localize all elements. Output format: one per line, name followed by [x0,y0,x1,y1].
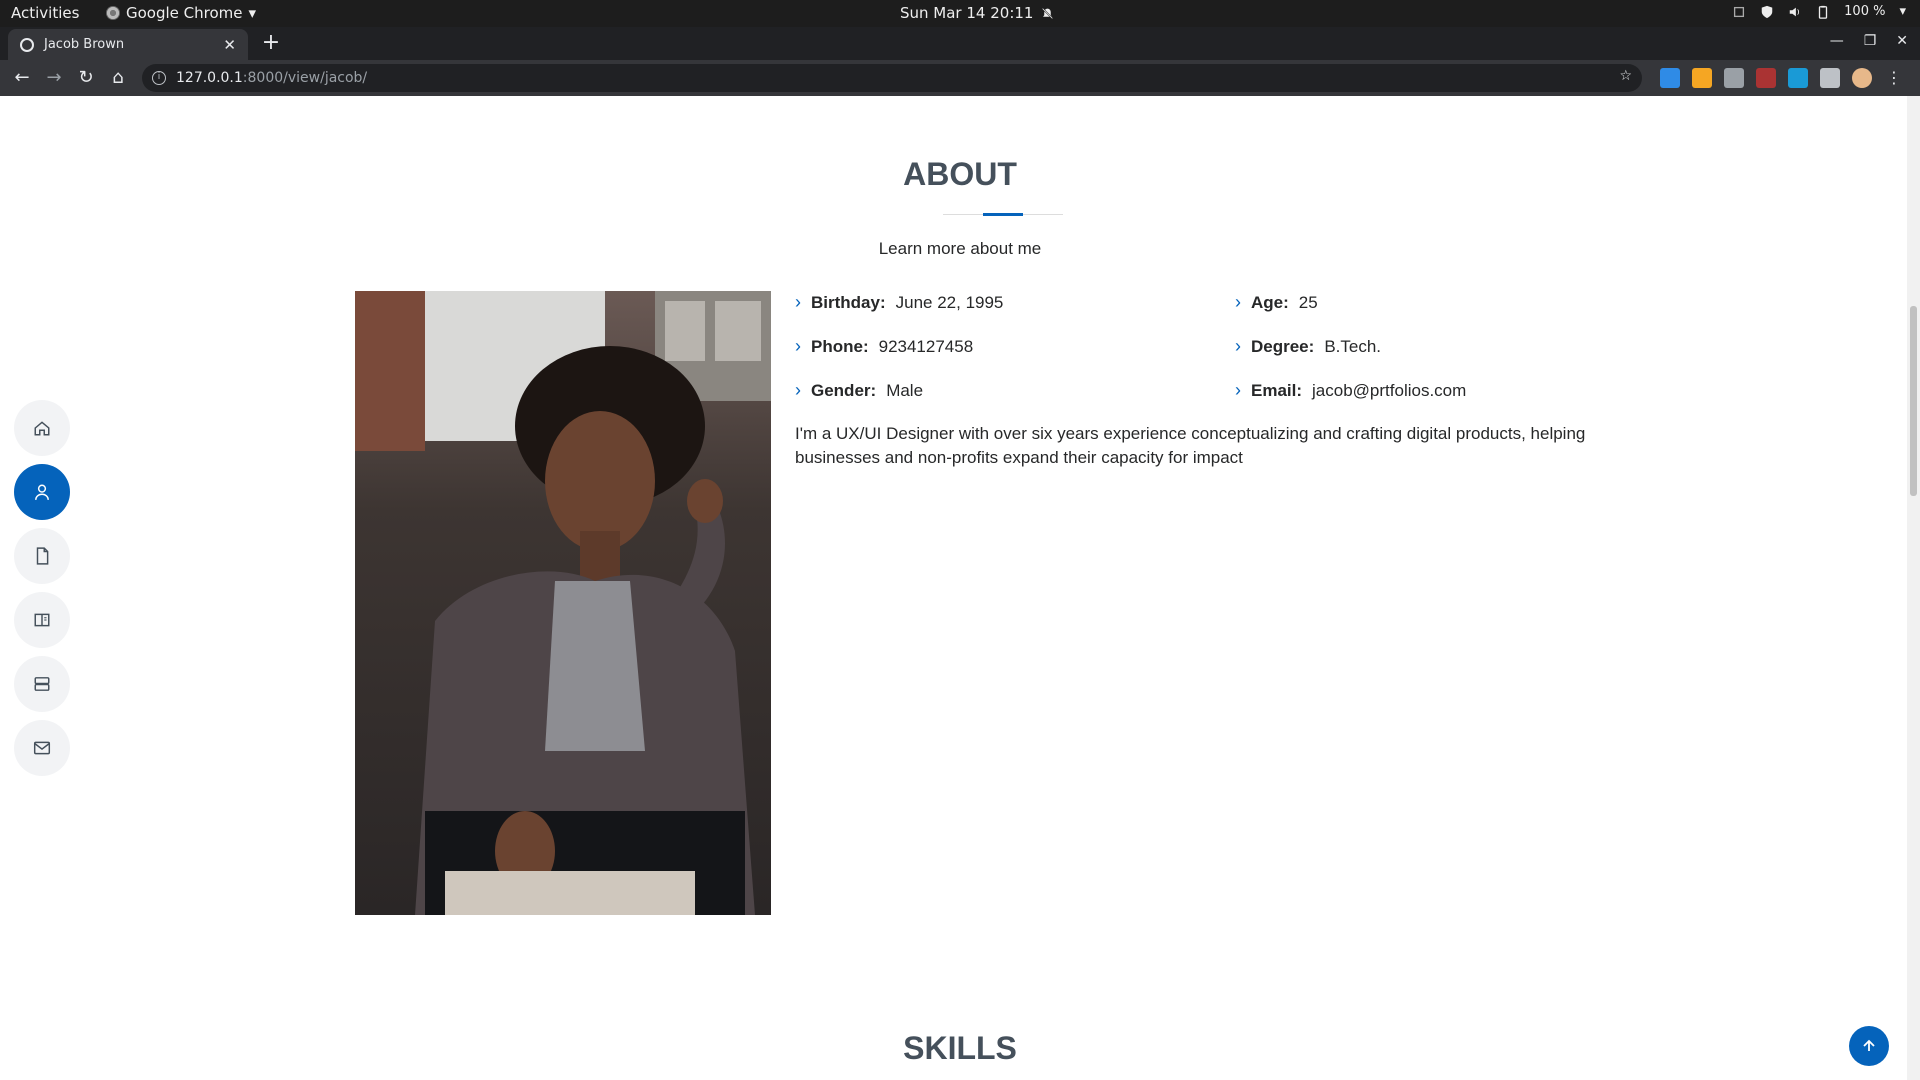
detail-label: Phone: [811,336,869,356]
app-name: Google Chrome [126,4,243,22]
arrow-up-icon [1863,1039,1875,1051]
nav-services[interactable] [14,656,70,712]
close-window-icon[interactable]: ✕ [1896,33,1908,49]
browser-tab[interactable]: Jacob Brown ✕ [8,29,248,60]
system-tray[interactable]: 100 % ▾ [1732,4,1906,19]
nav-resume[interactable] [14,528,70,584]
url-host: 127.0.0.1 [176,70,243,86]
envelope-icon [33,741,51,755]
portrait-image [355,291,771,915]
chevron-right-icon: › [795,336,801,356]
profile-photo [355,291,771,915]
back-icon[interactable]: ← [6,62,38,94]
detail-value: June 22, 1995 [895,292,1004,312]
close-tab-icon[interactable]: ✕ [223,36,236,54]
site-info-icon[interactable]: i [152,71,166,85]
about-subtitle: Learn more about me [878,239,1042,258]
back-to-top-button[interactable] [1849,1026,1889,1066]
bookmark-star-icon[interactable]: ☆ [1619,68,1632,84]
detail-label: Degree: [1251,336,1315,356]
chrome-icon [106,6,120,20]
system-top-bar: Activities Google Chrome ▾ Sun Mar 14 20… [0,0,1920,27]
person-icon [35,484,49,500]
scrollbar-thumb[interactable] [1910,306,1917,496]
skills-title: SKILLS [903,1030,1017,1066]
page-viewport: ABOUT Learn more about me › Birthday: Ju… [0,96,1920,1080]
blocked-extension-icon[interactable] [1756,68,1776,88]
more-menu-icon[interactable]: ⋮ [1884,68,1904,88]
file-icon [36,547,49,565]
volume-icon [1789,7,1800,16]
activities-button[interactable]: Activities [11,4,79,22]
profile-avatar[interactable] [1852,68,1872,88]
nav-contact[interactable] [14,720,70,776]
nav-about[interactable] [14,464,70,520]
window-controls: — ❐ ✕ [1830,33,1908,49]
chevron-right-icon: › [1235,336,1241,356]
page-scrollbar[interactable] [1907,96,1920,1080]
app-menu[interactable]: Google Chrome ▾ [106,4,256,22]
detail-label: Age: [1251,292,1289,312]
shield-icon [1761,5,1773,18]
detail-birthday: › Birthday: June 22, 1995 [795,292,1003,313]
book-icon [34,613,50,627]
detail-value: jacob@prtfolios.com [1312,380,1467,400]
puzzle-extensions-icon[interactable] [1820,68,1840,88]
home-icon[interactable]: ⌂ [102,62,134,94]
about-bio: I'm a UX/UI Designer with over six years… [795,424,1586,467]
minimize-icon[interactable]: — [1830,33,1844,49]
extension-icons: ⋮ [1660,68,1904,88]
bell-muted-icon [1042,7,1054,19]
detail-value: B.Tech. [1324,336,1382,356]
chevron-right-icon: › [1235,380,1241,400]
globe-icon [20,37,34,52]
detail-label: Gender: [811,380,877,400]
title-divider [943,213,1063,216]
detail-gender: › Gender: Male [795,380,923,401]
tab-title: Jacob Brown [44,37,125,52]
window-icon [1734,6,1745,17]
server-icon [34,677,50,691]
mountain-extension-icon[interactable] [1724,68,1744,88]
restore-icon[interactable]: ❐ [1864,33,1877,49]
detail-label: Birthday: [811,292,886,312]
reload-icon[interactable]: ↻ [70,62,102,94]
chevron-right-icon: › [795,292,801,312]
clock-text: Sun Mar 14 20:11 [900,4,1034,22]
url-path: :8000/view/jacob/ [242,70,368,86]
new-tab-button[interactable]: + [258,31,284,57]
tab-strip: Jacob Brown ✕ + — ❐ ✕ [0,27,1920,60]
detail-value: 25 [1298,292,1318,312]
clock[interactable]: Sun Mar 14 20:11 [900,4,1054,22]
detail-label: Email: [1251,380,1303,400]
about-title: ABOUT [903,156,1017,192]
battery-icon [1819,5,1828,19]
translate-extension-icon[interactable] [1660,68,1680,88]
chevron-right-icon: › [1235,292,1241,312]
detail-value: Male [886,380,924,400]
u-extension-icon[interactable] [1788,68,1808,88]
rss-extension-icon[interactable] [1692,68,1712,88]
address-bar[interactable]: i 127.0.0.1 :8000/view/jacob/ ☆ [142,64,1642,92]
nav-home[interactable] [14,400,70,456]
detail-age: › Age: 25 [1235,292,1318,313]
detail-phone: › Phone: 9234127458 [795,336,973,357]
nav-portfolio[interactable] [14,592,70,648]
detail-value: 9234127458 [878,336,974,356]
forward-icon[interactable]: → [38,62,70,94]
battery-level: 100 % [1844,4,1886,19]
side-navigation [14,400,70,776]
chevron-right-icon: › [795,380,801,400]
browser-toolbar: ← → ↻ ⌂ i 127.0.0.1 :8000/view/jacob/ ☆ … [0,60,1920,96]
caret-down-icon: ▾ [1899,4,1906,19]
caret-down-icon: ▾ [248,4,257,22]
detail-email: › Email: jacob@prtfolios.com [1235,380,1466,401]
detail-degree: › Degree: B.Tech. [1235,336,1381,357]
home-icon [34,421,50,436]
